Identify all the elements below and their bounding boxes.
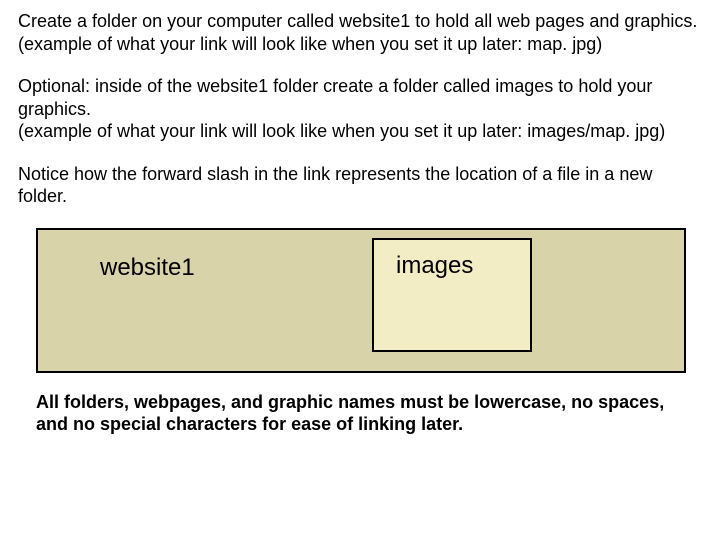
text-line: (example of what your link will look lik… — [18, 121, 665, 141]
folder-diagram: website1 images — [36, 228, 684, 373]
text-line: (example of what your link will look lik… — [18, 34, 602, 54]
instruction-paragraph-3: Notice how the forward slash in the link… — [18, 163, 698, 208]
folder-label-images: images — [396, 252, 473, 280]
folder-website1: website1 images — [36, 228, 686, 373]
instruction-paragraph-2: Optional: inside of the website1 folder … — [18, 75, 698, 143]
text-line: Optional: inside of the website1 folder … — [18, 76, 652, 119]
folder-images: images — [372, 238, 532, 352]
text-line: Create a folder on your computer called … — [18, 11, 697, 31]
document-page: Create a folder on your computer called … — [0, 0, 720, 436]
instruction-paragraph-1: Create a folder on your computer called … — [18, 10, 698, 55]
naming-rule-note: All folders, webpages, and graphic names… — [36, 391, 684, 436]
folder-label-website1: website1 — [100, 254, 195, 282]
